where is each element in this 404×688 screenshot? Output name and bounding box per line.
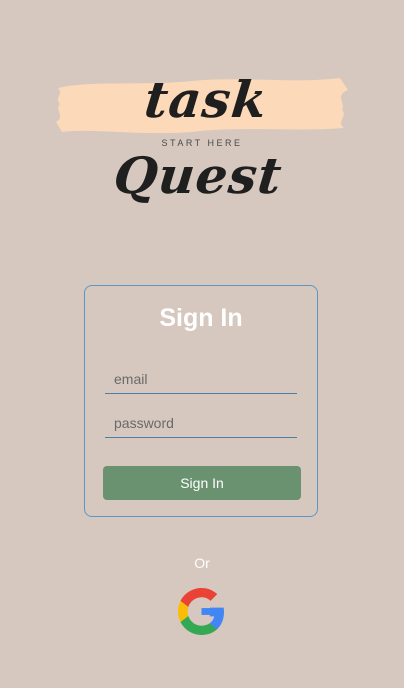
logo-tagline: START HERE bbox=[161, 138, 243, 148]
google-icon[interactable] bbox=[178, 588, 225, 635]
app-logo: task Quest START HERE bbox=[48, 62, 356, 205]
or-divider-label: Or bbox=[194, 555, 210, 571]
signin-card: Sign In Sign In bbox=[84, 285, 318, 517]
password-field[interactable] bbox=[105, 408, 297, 438]
signin-title: Sign In bbox=[159, 304, 243, 332]
email-field[interactable] bbox=[105, 364, 297, 394]
signin-button[interactable]: Sign In bbox=[103, 466, 301, 500]
